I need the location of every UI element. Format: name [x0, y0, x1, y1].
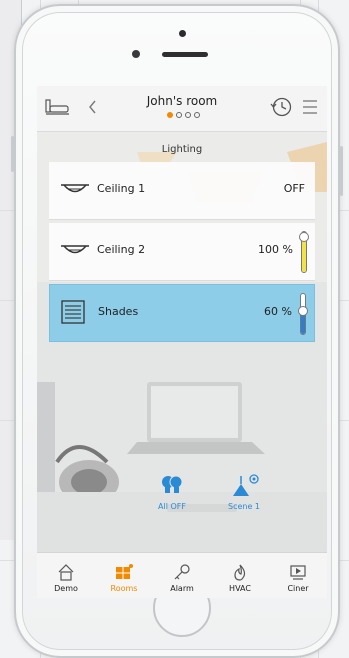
scene-all-off-button[interactable]: All OFF	[147, 474, 197, 511]
bottom-tab-bar: Demo Rooms Alarm HVAC Ciner	[37, 552, 327, 598]
tab-cinema[interactable]: Ciner	[269, 553, 327, 598]
home-icon	[58, 564, 74, 581]
cinema-icon	[290, 565, 306, 580]
device-name: Shades	[98, 305, 139, 318]
shades-icon	[61, 300, 85, 324]
flame-icon	[234, 564, 246, 581]
hamburger-menu-icon[interactable]	[301, 98, 319, 116]
volume-button	[11, 136, 14, 172]
page-indicator	[167, 112, 200, 118]
scene-lamp-icon	[233, 474, 259, 496]
device-status: OFF	[283, 182, 305, 195]
ceiling-lamp-icon	[61, 184, 89, 193]
app-screen: John's room Lighting Ceiling 1 OFF Ceili…	[37, 86, 327, 598]
scene-buttons: All OFF Scene 1	[147, 474, 269, 511]
dimmer-slider[interactable]	[299, 231, 309, 273]
ceiling-lamp-icon	[61, 245, 89, 254]
page-dot-3	[185, 112, 191, 118]
top-sensor	[179, 30, 186, 37]
bulbs-icon	[162, 475, 183, 493]
power-button	[340, 146, 343, 196]
device-level: 60 %	[264, 305, 292, 318]
scene-label: Scene 1	[227, 502, 261, 511]
device-row-shades[interactable]: Shades 60 %	[49, 284, 315, 342]
dimmer-knob[interactable]	[299, 232, 309, 242]
device-row-ceiling-2[interactable]: Ceiling 2 100 %	[49, 223, 315, 281]
earpiece-speaker	[162, 52, 208, 57]
device-row-ceiling-1[interactable]: Ceiling 1 OFF	[49, 162, 315, 220]
page-dot-1	[167, 112, 173, 118]
device-level: 100 %	[258, 243, 293, 256]
tab-rooms[interactable]: Rooms	[95, 553, 153, 598]
key-icon	[174, 564, 190, 580]
tab-label: Alarm	[170, 584, 194, 593]
device-name: Ceiling 1	[97, 182, 146, 195]
tab-alarm[interactable]: Alarm	[153, 553, 211, 598]
tab-hvac[interactable]: HVAC	[211, 553, 269, 598]
section-title: Lighting	[161, 144, 203, 155]
page-dot-4	[194, 112, 200, 118]
scene-label: All OFF	[158, 502, 186, 511]
rooms-icon	[116, 564, 133, 579]
device-name: Ceiling 2	[97, 243, 146, 256]
front-camera	[132, 50, 140, 58]
top-bar: John's room	[37, 86, 327, 132]
history-clock-icon[interactable]	[269, 96, 293, 118]
page-dot-2	[176, 112, 182, 118]
tab-label: Rooms	[110, 584, 138, 593]
scene-1-button[interactable]: Scene 1	[219, 474, 269, 511]
tab-demo[interactable]: Demo	[37, 553, 95, 598]
phone-frame: John's room Lighting Ceiling 1 OFF Ceili…	[11, 4, 343, 658]
tab-label: Ciner	[287, 584, 309, 593]
tab-label: HVAC	[229, 584, 251, 593]
tab-label: Demo	[54, 584, 78, 593]
shades-slider[interactable]	[298, 293, 308, 335]
shades-knob[interactable]	[298, 306, 308, 316]
